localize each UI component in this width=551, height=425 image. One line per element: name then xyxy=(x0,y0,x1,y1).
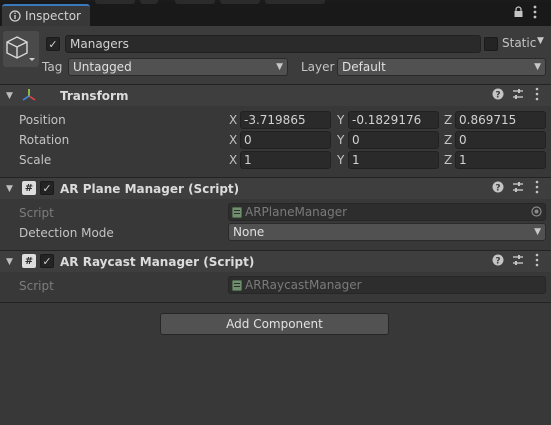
svg-text:?: ? xyxy=(495,257,500,267)
position-x-field[interactable]: -3.719865 xyxy=(240,111,331,129)
layer-dropdown[interactable]: Default ▼ xyxy=(337,58,546,76)
enabled-toggle[interactable]: ✓ xyxy=(40,181,54,195)
transform-icon xyxy=(21,88,37,105)
preset-icon[interactable] xyxy=(512,254,524,269)
scale-x-field[interactable]: 1 xyxy=(240,151,331,169)
rotation-y-field[interactable]: 0 xyxy=(348,131,439,149)
component-title: AR Plane Manager (Script) xyxy=(60,182,240,196)
enabled-toggle[interactable]: ✓ xyxy=(40,254,54,268)
foldout-icon[interactable]: ▼ xyxy=(6,257,13,267)
axis-y-label: Y xyxy=(337,113,345,127)
preset-icon[interactable] xyxy=(512,88,524,103)
axis-y-label: Y xyxy=(337,133,345,147)
active-toggle[interactable]: ✓ xyxy=(46,37,60,51)
chevron-down-icon: ▼ xyxy=(276,62,283,72)
axis-z-label: Z xyxy=(444,153,453,167)
scale-y-field[interactable]: 1 xyxy=(348,151,439,169)
script-label: Script xyxy=(19,279,54,293)
position-y-field[interactable]: -0.1829176 xyxy=(348,111,439,129)
inspector-icon xyxy=(9,10,21,22)
kebab-menu-icon[interactable] xyxy=(535,87,539,104)
detection-mode-label: Detection Mode xyxy=(19,226,114,240)
script-value: ARPlaneManager xyxy=(245,205,348,219)
gameobject-icon[interactable] xyxy=(3,31,39,67)
script-value: ARRaycastManager xyxy=(245,278,362,292)
axis-z-label: Z xyxy=(444,113,453,127)
lock-icon[interactable] xyxy=(513,6,524,22)
position-label: Position xyxy=(19,113,66,127)
script-field: ARRaycastManager xyxy=(228,276,546,294)
scale-label: Scale xyxy=(19,153,52,167)
name-field[interactable]: Managers xyxy=(65,35,481,53)
layer-label: Layer xyxy=(301,60,335,74)
component-title: AR Raycast Manager (Script) xyxy=(60,255,255,269)
static-label: Static xyxy=(502,36,537,50)
svg-text:?: ? xyxy=(495,91,500,101)
axis-y-label: Y xyxy=(337,153,345,167)
script-icon: # xyxy=(22,254,36,268)
position-z-field[interactable]: 0.869715 xyxy=(455,111,546,129)
detection-mode-dropdown[interactable]: None ▼ xyxy=(228,223,546,241)
axis-x-label: X xyxy=(229,153,238,167)
script-file-icon xyxy=(232,279,242,291)
tag-label: Tag xyxy=(42,60,63,74)
static-checkbox[interactable] xyxy=(484,37,498,51)
detection-mode-value: None xyxy=(233,225,265,239)
rotation-x-field[interactable]: 0 xyxy=(240,131,331,149)
tag-dropdown[interactable]: Untagged ▼ xyxy=(68,58,288,76)
help-icon[interactable]: ? xyxy=(492,181,504,196)
script-icon: # xyxy=(22,181,36,195)
scale-z-field[interactable]: 1 xyxy=(455,151,546,169)
foldout-icon[interactable]: ▼ xyxy=(6,184,13,194)
kebab-menu-icon[interactable] xyxy=(535,253,539,270)
static-dropdown-icon[interactable]: ▼ xyxy=(537,36,544,46)
foldout-icon[interactable]: ▼ xyxy=(6,91,13,101)
script-field: ARPlaneManager xyxy=(228,203,546,221)
rotation-z-field[interactable]: 0 xyxy=(455,131,546,149)
tab-inspector[interactable]: Inspector xyxy=(2,4,90,26)
rotation-label: Rotation xyxy=(19,133,70,147)
help-icon[interactable]: ? xyxy=(492,254,504,269)
chevron-down-icon: ▼ xyxy=(534,227,541,237)
tab-label: Inspector xyxy=(25,9,81,23)
add-component-button[interactable]: Add Component xyxy=(160,313,389,335)
kebab-menu-icon[interactable] xyxy=(535,180,539,197)
script-file-icon xyxy=(232,206,242,218)
chevron-down-icon: ▼ xyxy=(534,62,541,72)
axis-z-label: Z xyxy=(444,133,453,147)
svg-text:?: ? xyxy=(495,184,500,194)
axis-x-label: X xyxy=(229,113,238,127)
tag-value: Untagged xyxy=(73,60,132,74)
preset-icon[interactable] xyxy=(512,181,524,196)
component-title: Transform xyxy=(60,89,129,103)
object-picker-icon[interactable] xyxy=(531,206,542,220)
kebab-menu-icon[interactable] xyxy=(533,5,537,23)
script-label: Script xyxy=(19,206,54,220)
axis-x-label: X xyxy=(229,133,238,147)
divider xyxy=(0,302,551,303)
layer-value: Default xyxy=(342,60,386,74)
help-icon[interactable]: ? xyxy=(492,88,504,103)
